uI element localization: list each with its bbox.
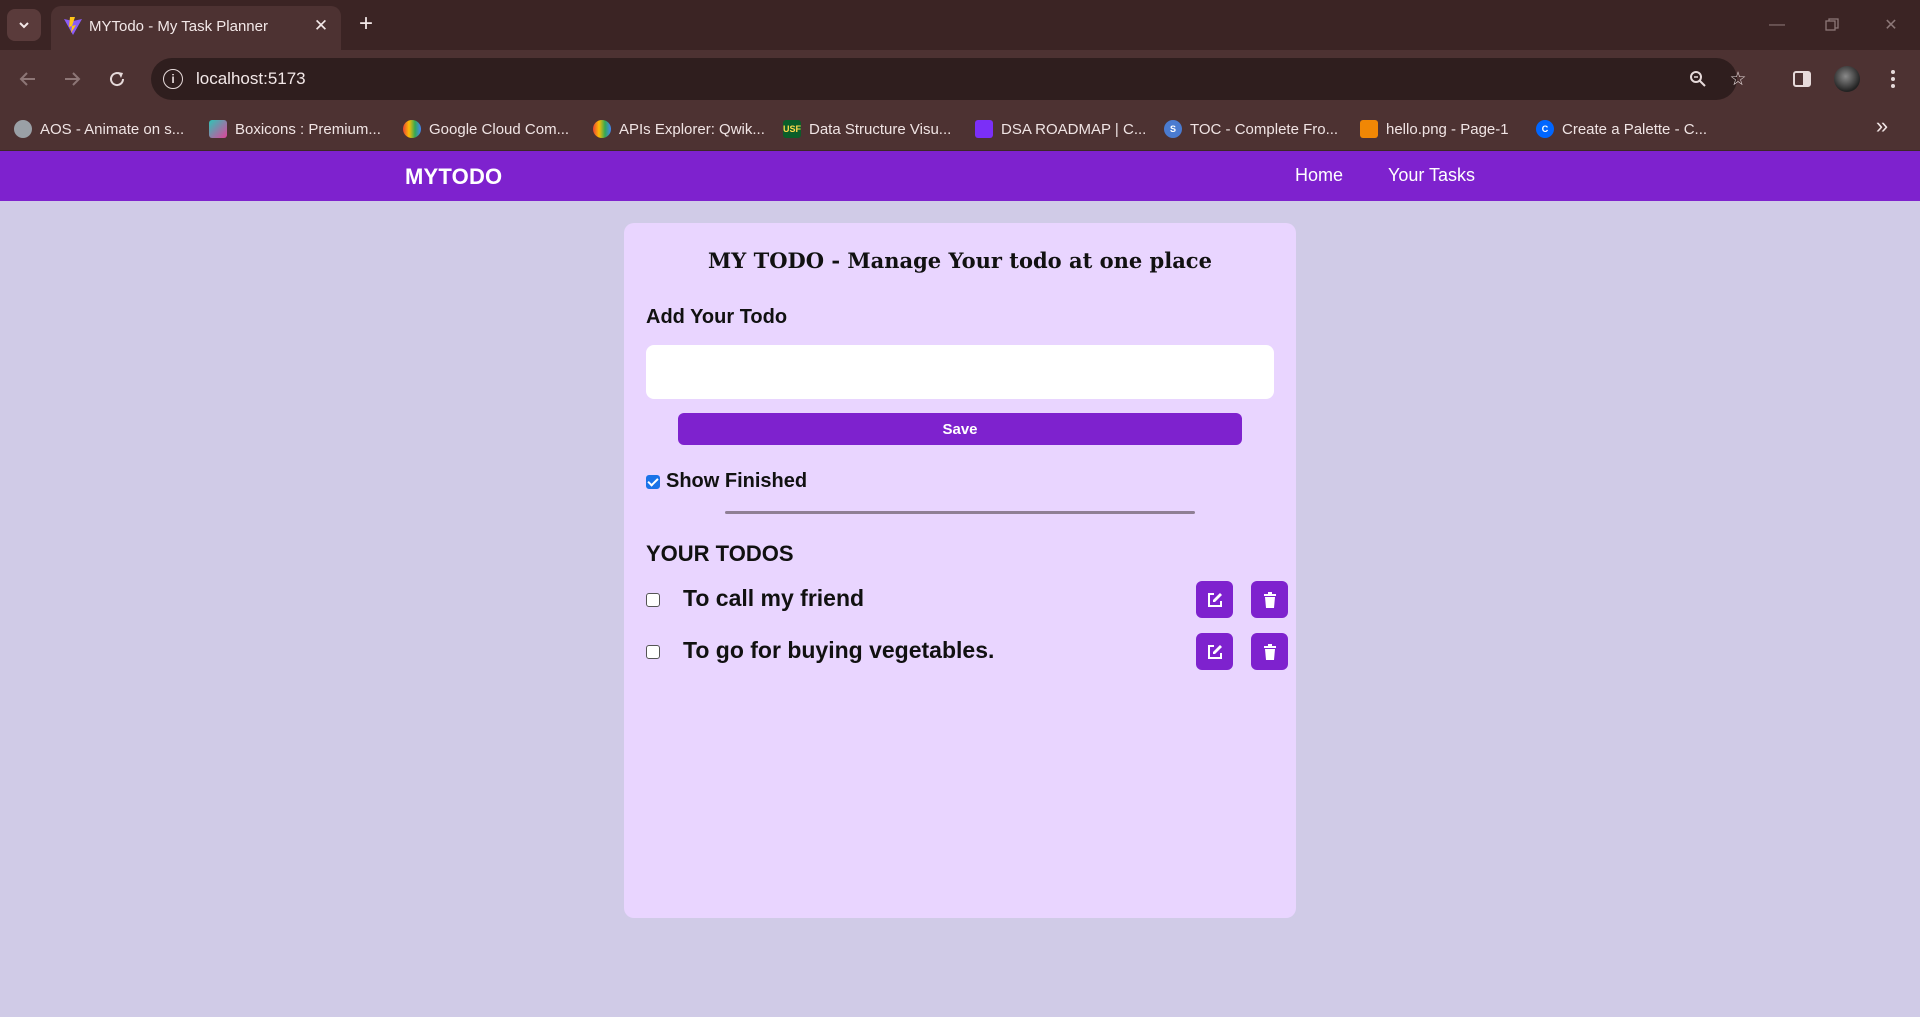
drawio-icon (1360, 120, 1378, 138)
edit-icon (1207, 592, 1222, 607)
bookmark-label: Google Cloud Com... (429, 120, 570, 138)
bookmark-item[interactable]: Boxicons : Premium... (209, 118, 381, 140)
bookmark-item[interactable]: hello.png - Page-1 (1360, 118, 1509, 140)
nav-your-tasks-link[interactable]: Your Tasks (1388, 165, 1475, 186)
todo-card: MY TODO - Manage Your todo at one place … (624, 223, 1296, 918)
add-todo-heading: Add Your Todo (646, 306, 788, 328)
restore-icon (1825, 18, 1839, 31)
todo-item: To go for buying vegetables. (646, 633, 1288, 671)
edit-button[interactable] (1196, 581, 1233, 618)
minimize-button[interactable]: — (1759, 10, 1795, 40)
bookmark-label: Create a Palette - C... (1562, 120, 1708, 138)
tab-search-button[interactable] (7, 9, 41, 41)
close-tab-icon[interactable]: ✕ (309, 14, 333, 38)
bookmark-item[interactable]: USF Data Structure Visu... (783, 118, 951, 140)
todo-text: To call my friend (683, 585, 865, 611)
side-panel-icon[interactable] (1788, 65, 1816, 93)
bookmark-item[interactable]: APIs Explorer: Qwik... (593, 118, 765, 140)
show-finished-toggle[interactable]: Show Finished (646, 470, 807, 493)
delete-button[interactable] (1251, 633, 1288, 670)
google-cloud-icon (403, 120, 421, 138)
divider (725, 511, 1195, 514)
todo-item: To call my friend (646, 581, 1288, 619)
todo-input[interactable] (646, 345, 1274, 399)
bookmark-label: Data Structure Visu... (809, 120, 952, 138)
bookmark-item[interactable]: S TOC - Complete Fro... (1164, 118, 1338, 140)
menu-kebab-icon[interactable] (1879, 65, 1907, 93)
monitor-icon (975, 120, 993, 138)
app-navbar: MYTODO Home Your Tasks (0, 151, 1920, 201)
trash-icon (1263, 591, 1276, 608)
todos-heading: YOUR TODOS (646, 541, 794, 566)
reload-icon (110, 72, 125, 87)
tab-strip: MYTodo - My Task Planner ✕ + — ✕ (0, 0, 1920, 50)
brand-logo: MYTODO (405, 164, 503, 189)
profile-avatar[interactable] (1834, 66, 1860, 92)
usf-icon: USF (783, 120, 801, 138)
address-bar[interactable]: i localhost:5173 ☆ (151, 58, 1747, 100)
boxicons-icon (209, 120, 227, 138)
todo-checkbox[interactable] (646, 593, 660, 607)
page-title: MY TODO - Manage Your todo at one place (708, 248, 1212, 273)
delete-button[interactable] (1251, 581, 1288, 618)
bookmark-item[interactable]: AOS - Animate on s... (14, 118, 184, 140)
save-button[interactable]: Save (678, 413, 1242, 445)
coolors-icon: C (1536, 120, 1554, 138)
zoom-icon[interactable] (1687, 68, 1709, 90)
tab-title: MYTodo - My Task Planner (89, 18, 268, 35)
site-info-icon[interactable]: i (163, 69, 183, 89)
bookmark-item[interactable]: Google Cloud Com... (403, 118, 569, 140)
bookmark-label: AOS - Animate on s... (40, 120, 185, 138)
forward-arrow-icon (65, 72, 81, 86)
back-arrow-icon (19, 72, 35, 86)
browser-tab-active[interactable]: MYTodo - My Task Planner ✕ (51, 6, 341, 50)
bookmark-label: APIs Explorer: Qwik... (619, 120, 765, 138)
reload-button[interactable] (102, 64, 132, 94)
bookmark-label: TOC - Complete Fro... (1190, 120, 1339, 138)
nav-home-link[interactable]: Home (1295, 165, 1343, 186)
todo-checkbox[interactable] (646, 645, 660, 659)
edit-button[interactable] (1196, 633, 1233, 670)
show-finished-checkbox[interactable] (646, 474, 660, 489)
todo-text: To go for buying vegetables. (683, 637, 995, 663)
bookmark-item[interactable]: DSA ROADMAP | C... (975, 118, 1146, 140)
trash-icon (1263, 643, 1276, 660)
edit-icon (1207, 644, 1222, 659)
bookmark-label: hello.png - Page-1 (1386, 120, 1509, 138)
bookmark-star-icon[interactable]: ☆ (1727, 68, 1749, 90)
show-finished-label: Show Finished (666, 470, 808, 492)
bookmarks-overflow-icon[interactable]: » (1868, 112, 1896, 140)
vite-icon (64, 17, 82, 35)
globe-icon (14, 120, 32, 138)
toc-icon: S (1164, 120, 1182, 138)
address-url: localhost:5173 (196, 69, 306, 88)
chevron-down-icon (19, 22, 29, 29)
new-tab-button[interactable]: + (352, 10, 380, 38)
google-cloud-icon (593, 120, 611, 138)
close-window-button[interactable]: ✕ (1873, 10, 1909, 40)
bookmarks-bar: AOS - Animate on s... Boxicons : Premium… (0, 108, 1920, 151)
back-button[interactable] (13, 64, 43, 94)
bookmark-item[interactable]: C Create a Palette - C... (1536, 118, 1707, 140)
bookmark-label: Boxicons : Premium... (235, 120, 381, 138)
forward-button[interactable] (57, 64, 87, 94)
browser-toolbar: i localhost:5173 ☆ (0, 50, 1920, 108)
restore-button[interactable] (1814, 10, 1850, 40)
bookmark-label: DSA ROADMAP | C... (1001, 120, 1147, 138)
